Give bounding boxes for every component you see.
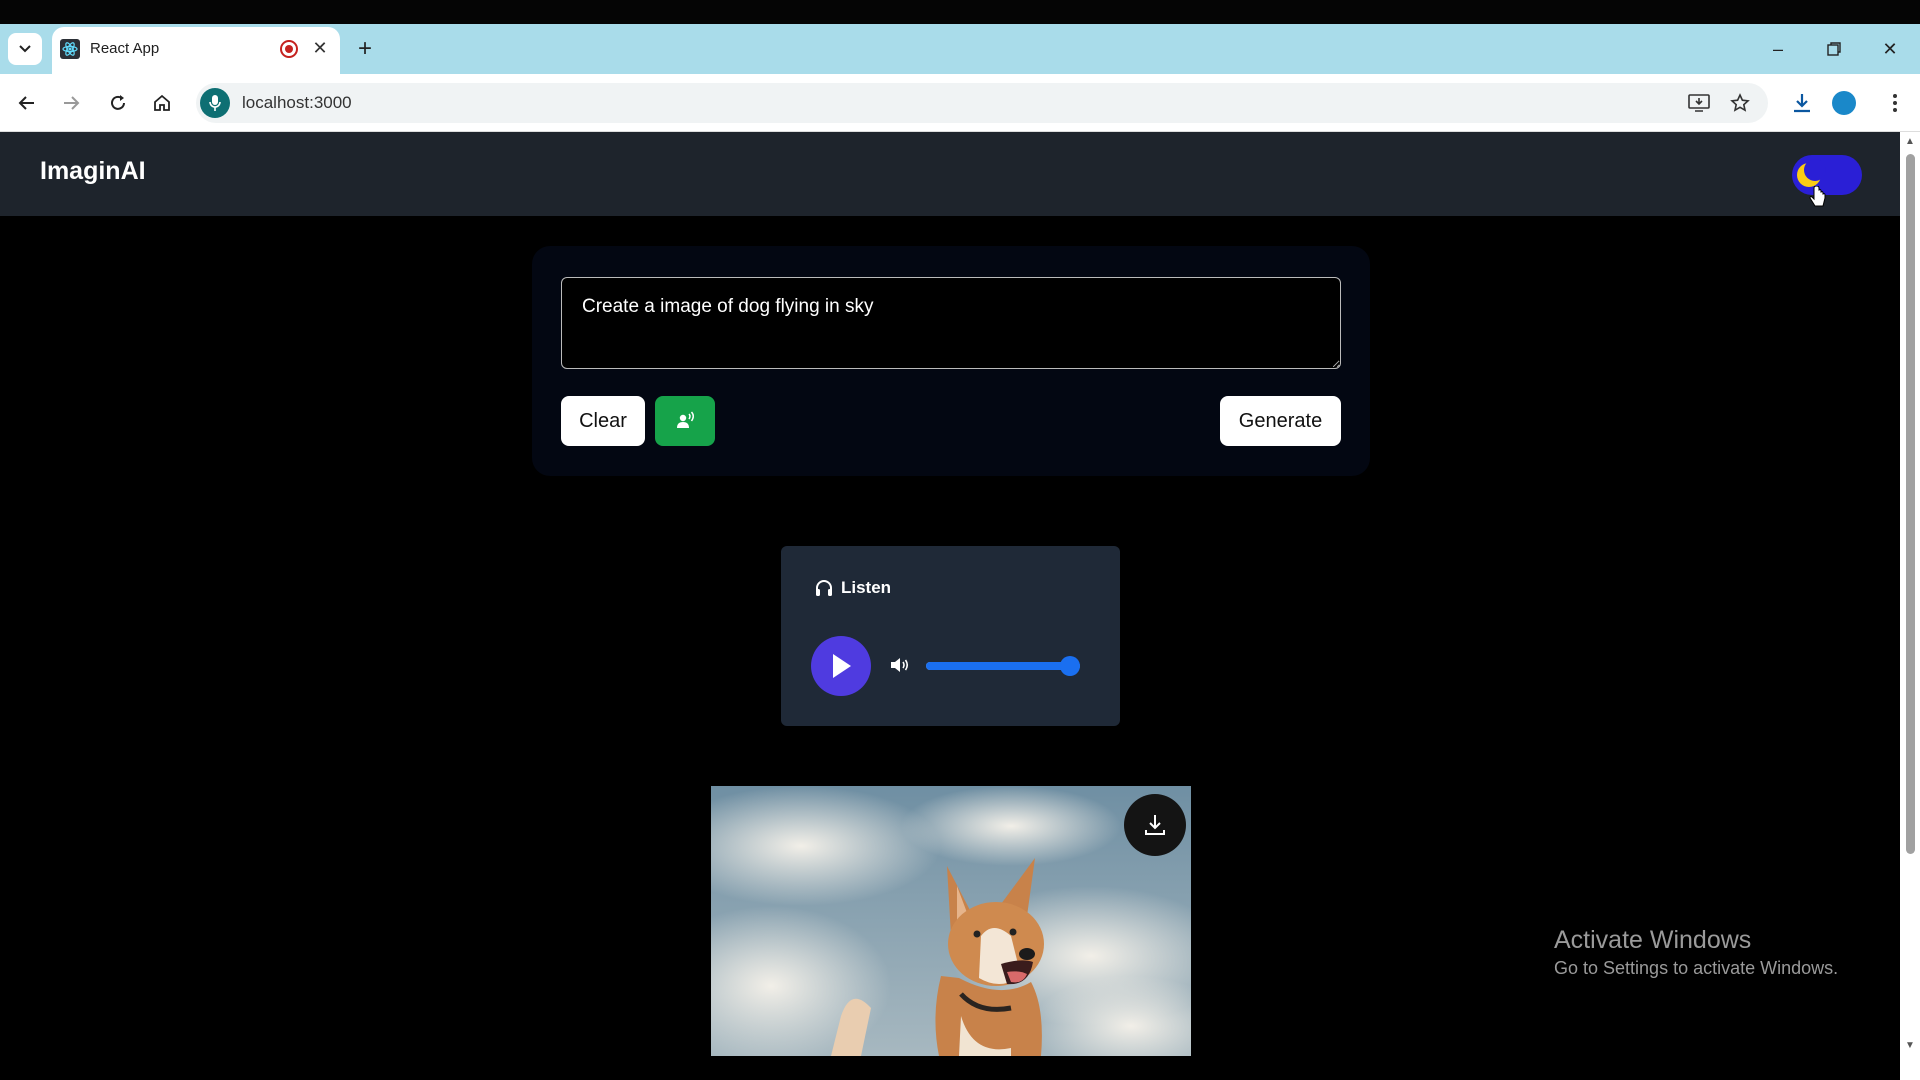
clear-button[interactable]: Clear [561,396,645,446]
address-bar[interactable] [196,83,1768,123]
scroll-up-icon[interactable]: ▲ [1902,136,1918,150]
voice-speaker-icon [677,411,694,428]
listen-heading: Listen [815,578,891,598]
watermark-subtitle: Go to Settings to activate Windows. [1554,958,1839,978]
play-button[interactable] [811,636,871,696]
bookmark-star-icon[interactable] [1725,88,1755,118]
volume-slider-fill [926,662,1080,670]
tab-search-button[interactable] [8,33,42,65]
watermark-title: Activate Windows [1554,926,1752,954]
play-icon [833,654,851,678]
react-favicon-icon [60,39,80,59]
voice-input-button[interactable] [655,396,715,446]
hand-cursor-icon [1809,186,1826,207]
microphone-icon[interactable] [200,88,230,118]
app-brand[interactable]: ImaginAI [40,157,146,186]
close-window-icon[interactable]: ✕ [1868,36,1912,62]
headphones-icon [816,580,832,596]
kebab-menu-icon[interactable] [1880,88,1910,118]
home-icon[interactable] [147,88,177,118]
volume-slider-thumb[interactable] [1060,656,1080,676]
listen-card [781,546,1120,726]
install-app-icon[interactable] [1684,88,1714,118]
chevron-down-icon [19,45,31,53]
tab-title: React App [90,40,160,57]
download-icon [1145,815,1165,835]
scrollbar-thumb[interactable] [1906,154,1915,854]
listen-label: Listen [841,578,892,597]
app-navbar [0,132,1900,216]
recording-indicator-icon [280,40,298,58]
generated-image [711,786,1191,1056]
forward-arrow-icon[interactable] [56,88,86,118]
reload-icon[interactable] [103,88,133,118]
url-text[interactable]: localhost:3000 [242,92,352,114]
generate-button[interactable]: Generate [1220,396,1341,446]
window-top-strip [0,0,1920,24]
tab-close-icon[interactable]: ✕ [308,36,332,60]
back-arrow-icon[interactable] [12,88,42,118]
windows-activation-watermark: Activate Windows Go to Settings to activ… [1554,924,1838,980]
minimize-icon[interactable]: – [1756,36,1800,62]
download-image-button[interactable] [1124,794,1186,856]
profile-avatar[interactable] [1832,91,1856,115]
prompt-input[interactable]: Create a image of dog flying in sky [561,277,1341,369]
dog-in-sky-image [711,786,1191,1056]
restore-icon[interactable] [1812,36,1856,62]
volume-icon[interactable] [888,654,910,676]
new-tab-button[interactable]: + [352,36,378,62]
scroll-down-icon[interactable]: ▼ [1902,1040,1918,1054]
downloads-icon[interactable] [1787,88,1817,118]
